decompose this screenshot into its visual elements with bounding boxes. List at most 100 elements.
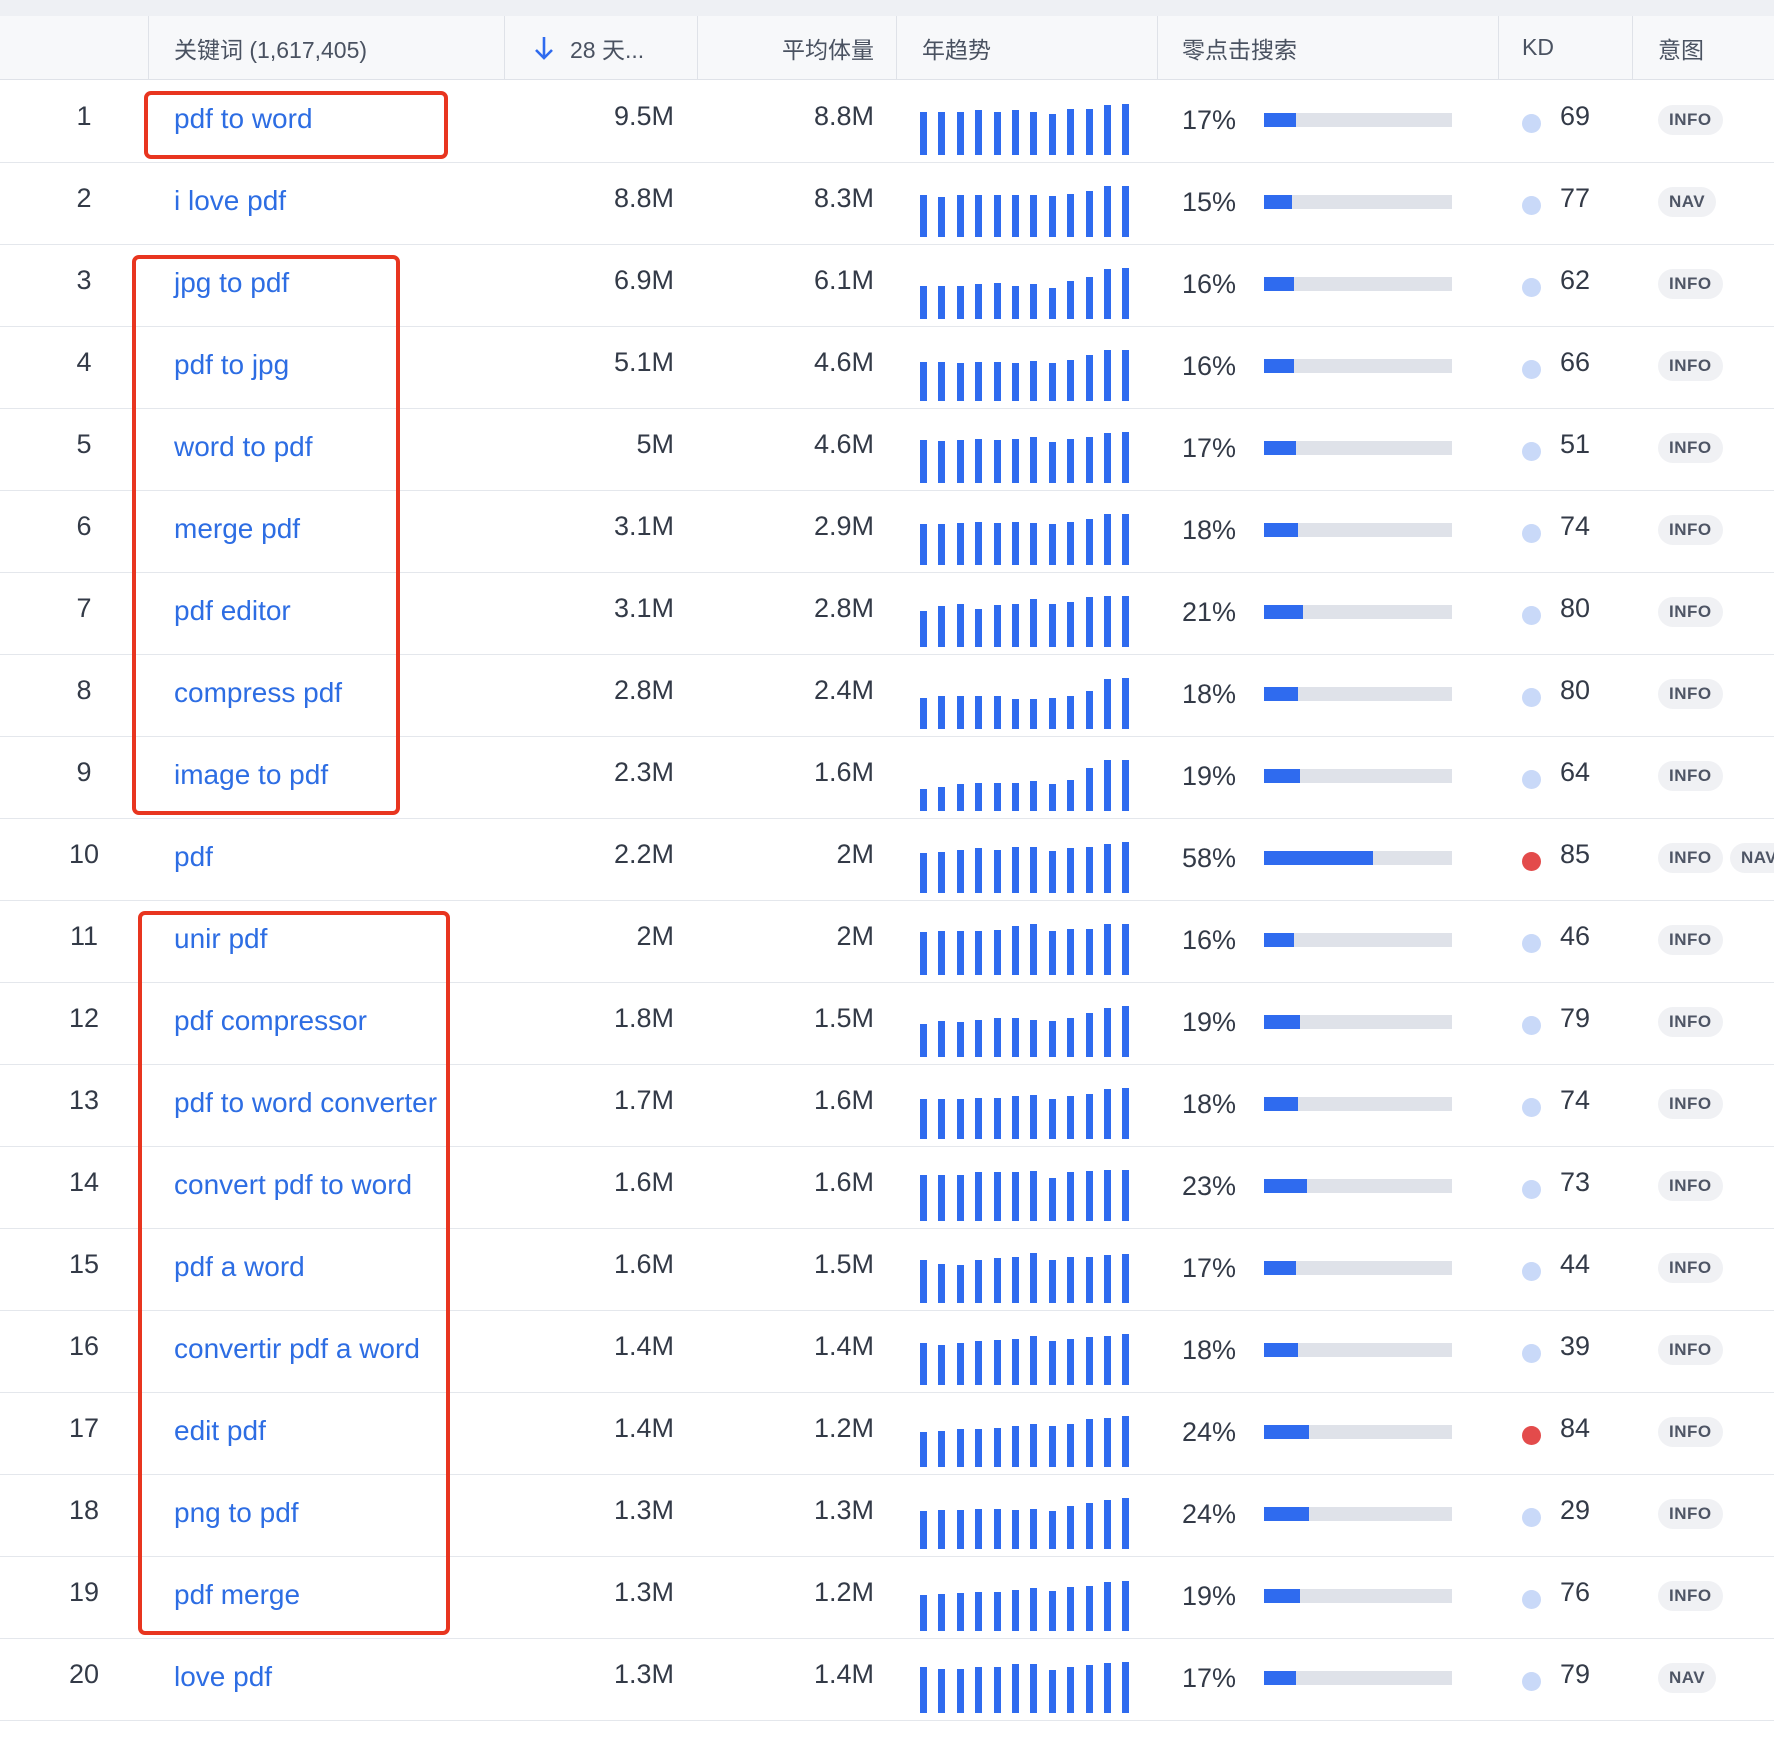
trend-bar [920, 931, 927, 975]
trend-bar [1122, 432, 1130, 483]
kd-difficulty-dot [1522, 606, 1541, 625]
kd-column-header[interactable]: KD [1522, 16, 1554, 79]
trend-bar [1067, 1338, 1075, 1385]
trend-bar [993, 1509, 1001, 1549]
trend-bar [1030, 361, 1038, 401]
intent-badge: INFO [1658, 1499, 1723, 1529]
days-column-header[interactable]: 28 天... [532, 16, 644, 79]
trend-bar [975, 362, 983, 401]
trend-bar [956, 1429, 964, 1467]
table-row[interactable]: 19 pdf merge 1.3M 1.2M 19% 76 INFO [0, 1557, 1774, 1639]
trend-bar [1012, 1589, 1019, 1631]
trend-bar [975, 930, 983, 975]
sort-down-icon[interactable] [532, 34, 556, 62]
trend-bar [1085, 1419, 1093, 1467]
trend-sparkline [920, 1003, 1136, 1057]
intent-badge: INFO [1658, 515, 1723, 545]
kd-difficulty-dot [1522, 1180, 1541, 1199]
trend-bar [1030, 780, 1038, 811]
trend-bar [993, 362, 1001, 401]
trend-bar [1067, 281, 1075, 319]
table-row[interactable]: 11 unir pdf 2M 2M 16% 46 INFO [0, 901, 1774, 983]
trend-bar [993, 1428, 1001, 1467]
trend-bar [956, 1265, 964, 1303]
trend-bar [1048, 523, 1056, 565]
zero-click-bar [1264, 1589, 1452, 1603]
table-row[interactable]: 3 jpg to pdf 6.9M 6.1M 16% 62 INFO [0, 245, 1774, 327]
trend-bar [1030, 1664, 1038, 1713]
zero-click-column-header[interactable]: 零点击搜索 [1182, 16, 1297, 79]
trend-bar [1048, 1591, 1056, 1631]
trend-bar [1048, 113, 1056, 155]
zero-click-bar-fill [1264, 1261, 1296, 1275]
trend-bar [956, 849, 964, 893]
trend-sparkline [920, 1413, 1136, 1467]
trend-bar [993, 1172, 1001, 1221]
table-row[interactable]: 9 image to pdf 2.3M 1.6M 19% 64 INFO [0, 737, 1774, 819]
trend-bar [1085, 1093, 1093, 1139]
table-row[interactable]: 16 convertir pdf a word 1.4M 1.4M 18% 39 INFO [0, 1311, 1774, 1393]
table-row[interactable]: 18 png to pdf 1.3M 1.3M 24% 29 INFO [0, 1475, 1774, 1557]
table-row[interactable]: 17 edit pdf 1.4M 1.2M 24% 84 INFO [0, 1393, 1774, 1475]
trend-bar [1122, 1498, 1130, 1549]
trend-bar [1012, 1338, 1019, 1385]
trend-bar [993, 522, 1001, 565]
trend-bar [1085, 276, 1093, 319]
table-row[interactable]: 12 pdf compressor 1.8M 1.5M 19% 79 INFO [0, 983, 1774, 1065]
table-row[interactable]: 14 convert pdf to word 1.6M 1.6M 23% 73 INFO [0, 1147, 1774, 1229]
table-row[interactable]: 15 pdf a word 1.6M 1.5M 17% 44 INFO [0, 1229, 1774, 1311]
intent-badge: NAV [1730, 843, 1774, 873]
keyword-column-header[interactable]: 关键词 (1,617,405) [174, 16, 367, 79]
table-row[interactable]: 5 word to pdf 5M 4.6M 17% 51 INFO [0, 409, 1774, 491]
zero-click-bar [1264, 1179, 1452, 1193]
trend-bar [1104, 1255, 1111, 1303]
table-row[interactable]: 1 pdf to word 9.5M 8.8M 17% 69 INFO [0, 81, 1774, 163]
trend-bar [920, 523, 927, 565]
keyword-link[interactable]: love pdf [174, 1661, 272, 1743]
intent-badge: INFO [1658, 1089, 1723, 1119]
zero-click-bar-fill [1264, 1425, 1310, 1439]
table-row[interactable]: 2i love pdf 8.8M 8.3M 15% 77 NAV [0, 163, 1774, 245]
table-row[interactable]: 7 pdf editor 3.1M 2.8M 21% 80 INFO [0, 573, 1774, 655]
table-row[interactable]: 10 pdf 2.2M 2M 58% 85 INFO NAV [0, 819, 1774, 901]
kd-difficulty-dot [1522, 278, 1541, 297]
trend-bar [975, 1340, 983, 1385]
trend-bar [1085, 691, 1093, 729]
kd-difficulty-dot [1522, 360, 1541, 379]
trend-bar [1067, 521, 1075, 565]
intent-badge: INFO [1658, 1253, 1723, 1283]
trend-bar [1048, 850, 1056, 893]
trend-bar [920, 1023, 927, 1057]
trend-bar [1122, 1334, 1130, 1385]
trend-bar [1122, 1170, 1130, 1221]
trend-bar [975, 782, 983, 811]
table-row[interactable]: 20 love pdf 1.3M 1.4M 17% 79 NAV [0, 1639, 1774, 1721]
trend-bar [1030, 111, 1038, 155]
zero-click-bar [1264, 1507, 1452, 1521]
trend-bar [1085, 1012, 1093, 1057]
table-row[interactable]: 8 compress pdf 2.8M 2.4M 18% 80 INFO [0, 655, 1774, 737]
trend-bar [993, 782, 1001, 811]
kd-difficulty-dot [1522, 442, 1541, 461]
trend-bar [975, 1509, 983, 1549]
trend-bar [1067, 1018, 1075, 1057]
trend-bar [956, 1342, 964, 1385]
trend-bar [1067, 1666, 1075, 1713]
table-row[interactable]: 6 merge pdf 3.1M 2.9M 18% 74 INFO [0, 491, 1774, 573]
avg-volume-column-header[interactable]: 平均体量 [720, 16, 874, 79]
trend-bar [993, 439, 1001, 483]
zero-click-bar-fill [1264, 1589, 1300, 1603]
table-row[interactable]: 13 pdf to word converter 1.7M 1.6M 18% 74 INFO [0, 1065, 1774, 1147]
intent-column-header[interactable]: 意图 [1658, 16, 1704, 79]
trend-column-header[interactable]: 年趋势 [922, 16, 991, 79]
kd-difficulty-dot [1522, 1098, 1541, 1117]
table-row[interactable]: 4 pdf to jpg 5.1M 4.6M 16% 66 INFO [0, 327, 1774, 409]
trend-bar [1067, 779, 1075, 811]
trend-bar [1048, 1425, 1056, 1467]
zero-click-bar [1264, 1097, 1452, 1111]
zero-click-bar [1264, 687, 1452, 701]
trend-bar [956, 1668, 964, 1713]
kd-difficulty-dot [1522, 114, 1541, 133]
zero-click-bar [1264, 113, 1452, 127]
trend-bar [1122, 1581, 1130, 1631]
